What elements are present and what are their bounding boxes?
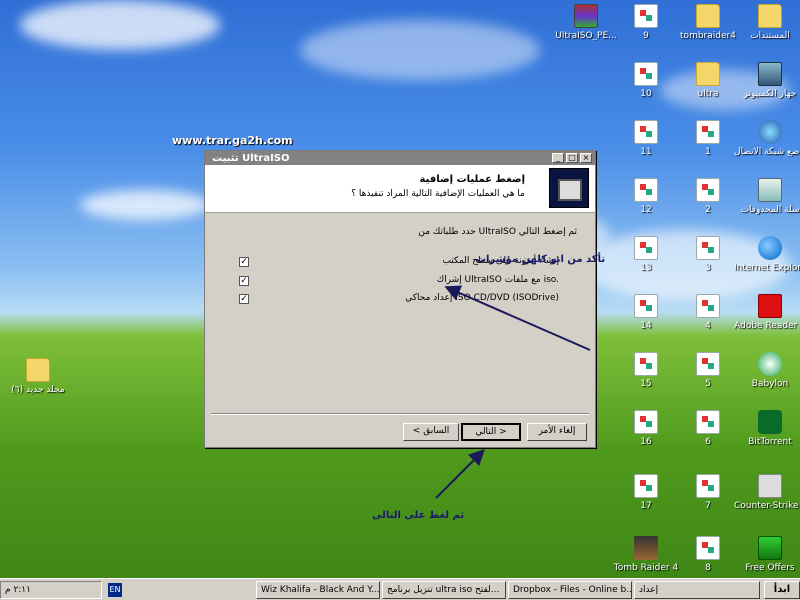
start-button[interactable]: ابدأ: [764, 581, 800, 599]
task-wiz-khalifa[interactable]: Wiz Khalifa - Black And Y...: [256, 581, 380, 599]
language-indicator[interactable]: EN: [108, 583, 122, 597]
taskbar: ٢:١١ م EN Wiz Khalifa - Black And Y... ت…: [0, 578, 800, 600]
clock: ٢:١١ م: [5, 585, 31, 595]
task-dropbox[interactable]: Dropbox - Files - Online b...: [508, 581, 632, 599]
task-setup[interactable]: إعداد: [634, 581, 760, 599]
system-tray: ٢:١١ م: [0, 581, 102, 599]
task-ultraiso-download[interactable]: تنزيل برنامج ultra iso لفتح...: [382, 581, 506, 599]
annotation-arrows: [435, 285, 591, 499]
arrow-to-next: [435, 449, 485, 499]
arrow-to-checkboxes: [444, 285, 591, 351]
